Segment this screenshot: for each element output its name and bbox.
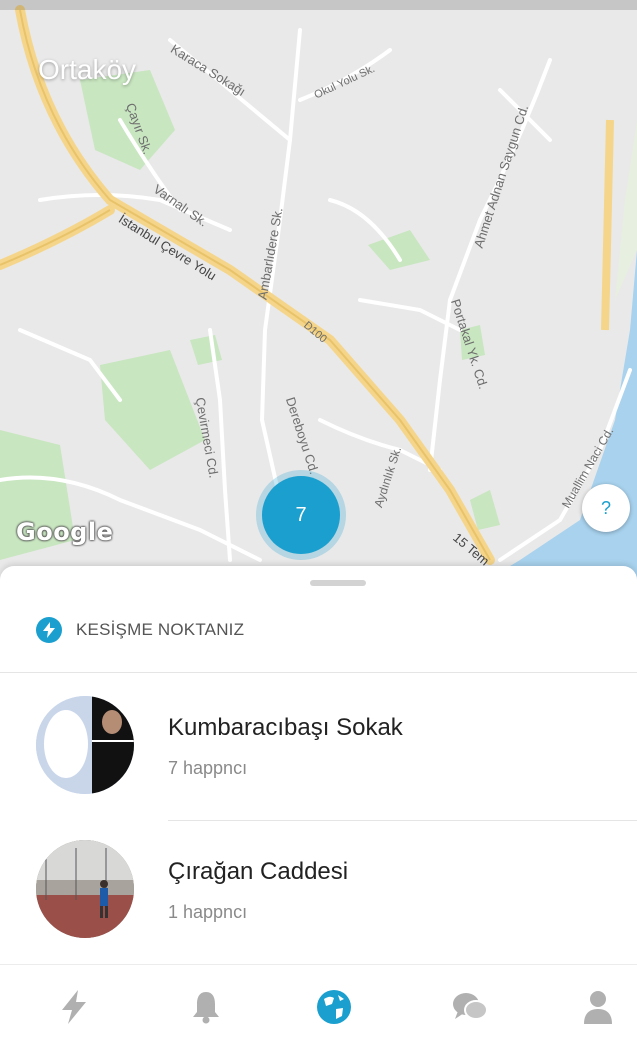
- section-header: KESİŞME NOKTANIZ: [36, 616, 244, 644]
- status-bar: [0, 0, 637, 10]
- item-subtitle: 1 happncı: [168, 902, 248, 922]
- tab-feed[interactable]: [50, 983, 98, 1031]
- bottom-tab-bar: [0, 964, 637, 1045]
- google-logo: Google: [16, 518, 114, 546]
- sheet-drag-handle[interactable]: [310, 580, 366, 586]
- bell-icon: [193, 992, 219, 1024]
- item-title: Çırağan Caddesi: [168, 858, 349, 885]
- profile-icon: [584, 991, 612, 1024]
- section-title: KESİŞME NOKTANIZ: [76, 620, 245, 639]
- avatar: [36, 840, 134, 938]
- item-subtitle: 7 happncı: [168, 758, 248, 778]
- globe-icon: [317, 990, 351, 1024]
- tab-messages[interactable]: [446, 983, 494, 1031]
- divider: [0, 672, 637, 673]
- bolt-icon: [36, 617, 62, 643]
- item-title: Kumbaracıbaşı Sokak: [168, 714, 403, 741]
- help-button[interactable]: ?: [582, 484, 630, 532]
- bolt-icon: [62, 990, 86, 1024]
- list-item[interactable]: Çırağan Caddesi 1 happncı: [0, 828, 637, 958]
- chat-icon: [453, 993, 488, 1020]
- avatar: [36, 696, 134, 794]
- tab-map[interactable]: [310, 983, 358, 1031]
- tab-notifications[interactable]: [182, 983, 230, 1031]
- map-cluster-marker[interactable]: 7: [262, 476, 340, 554]
- area-title: Ortaköy: [38, 54, 137, 85]
- bottom-sheet: KESİŞME NOKTANIZ Kumbaracıbaşı Sokak 7 h…: [0, 566, 637, 964]
- map-view[interactable]: Karaca Sokağı Okul Yolu Sk. Çayır Sk. Va…: [0, 0, 637, 590]
- tab-profile[interactable]: [574, 983, 622, 1031]
- divider: [168, 820, 637, 821]
- list-item[interactable]: Kumbaracıbaşı Sokak 7 happncı: [0, 684, 637, 814]
